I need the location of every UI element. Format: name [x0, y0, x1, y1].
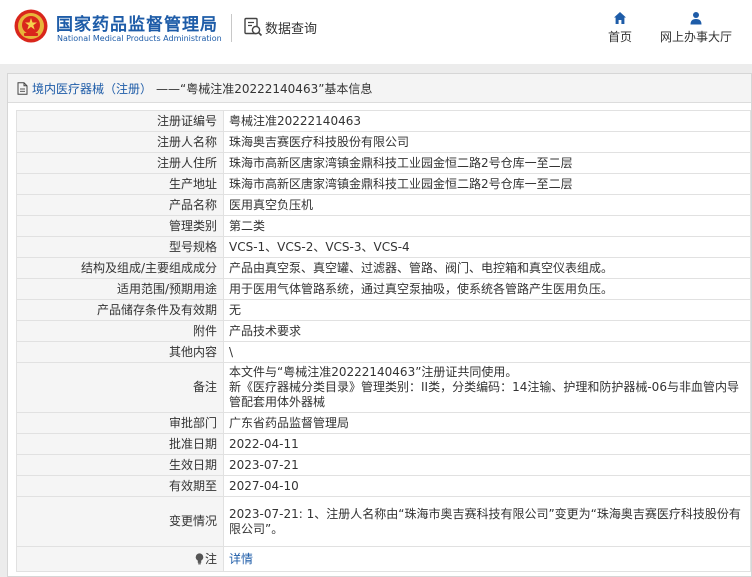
field-label: 备注	[16, 362, 224, 413]
table-row: 备注 本文件与“粤械注准20222140463”注册证共同使用。 新《医疗器械分类…	[16, 362, 751, 413]
detail-panel: 境内医疗器械（注册） ——“粤械注准20222140463”基本信息 注册证编号…	[7, 73, 752, 577]
registration-info-table: 注册证编号 粤械注准20222140463 注册人名称 珠海奥吉赛医疗科技股份有限公…	[16, 110, 751, 572]
site-header: 国家药品监督管理局 National Medical Products Admi…	[0, 0, 752, 64]
nav-home[interactable]: 首页	[604, 11, 636, 45]
breadcrumb-category[interactable]: 境内医疗器械（注册）	[32, 80, 152, 97]
field-value: \	[223, 341, 751, 363]
field-value: 2027-04-10	[223, 475, 751, 497]
nav-online-service-label: 网上办事大厅	[659, 30, 732, 44]
data-query-link[interactable]: 数据查询	[243, 17, 317, 37]
user-icon	[690, 12, 702, 25]
table-row: 适用范围/预期用途 用于医用气体管路系统，通过真空泵抽吸，使系统各管路产生医用负压…	[16, 278, 751, 300]
field-label: 其他内容	[16, 341, 224, 363]
field-value: 2023-07-21: 1、注册人名称由“珠海市奥吉赛科技有限公司”变更为“珠海…	[223, 496, 751, 547]
table-row: 管理类别 第二类	[16, 215, 751, 237]
field-value: 2022-04-11	[223, 433, 751, 455]
field-value: 本文件与“粤械注准20222140463”注册证共同使用。 新《医疗器械分类目录…	[223, 362, 751, 413]
field-value: 产品技术要求	[223, 320, 751, 342]
field-value: 用于医用气体管路系统，通过真空泵抽吸，使系统各管路产生医用负压。	[223, 278, 751, 300]
lightbulb-icon	[195, 552, 204, 564]
national-emblem-logo[interactable]	[14, 9, 48, 43]
record-title: ——“粤械注准20222140463”基本信息	[156, 81, 373, 96]
table-row: 批准日期 2022-04-11	[16, 433, 751, 455]
field-label: 批准日期	[16, 433, 224, 455]
field-label: 管理类别	[16, 215, 224, 237]
field-label: 注册人住所	[16, 152, 224, 174]
table-row: 注 详情	[16, 546, 751, 572]
home-icon	[614, 12, 626, 24]
field-label: 附件	[16, 320, 224, 342]
table-row: 产品名称 医用真空负压机	[16, 194, 751, 216]
table-row: 有效期至 2027-04-10	[16, 475, 751, 497]
table-row: 附件 产品技术要求	[16, 320, 751, 342]
site-subtitle: National Medical Products Administration	[57, 34, 222, 43]
table-row: 生效日期 2023-07-21	[16, 454, 751, 476]
table-row: 产品储存条件及有效期无	[16, 299, 751, 321]
document-icon	[17, 81, 28, 95]
field-value: 珠海市高新区唐家湾镇金鼎科技工业园金恒二路2号仓库一至二层	[223, 152, 751, 174]
table-row: 生产地址 珠海市高新区唐家湾镇金鼎科技工业园金恒二路2号仓库一至二层	[16, 173, 751, 195]
field-value: 广东省药品监督管理局	[223, 412, 751, 434]
field-value: 第二类	[223, 215, 751, 237]
field-label: 适用范围/预期用途	[16, 278, 224, 300]
field-label: 注	[204, 551, 217, 566]
field-label: 结构及组成/主要组成成分	[16, 257, 224, 279]
panel-header: 境内医疗器械（注册） ——“粤械注准20222140463”基本信息	[8, 74, 751, 103]
table-row: 型号规格 VCS-1、VCS-2、VCS-3、VCS-4	[16, 236, 751, 258]
table-row: 审批部门 广东省药品监督管理局	[16, 412, 751, 434]
field-value: VCS-1、VCS-2、VCS-3、VCS-4	[223, 236, 751, 258]
site-title: 国家药品监督管理局	[56, 15, 218, 35]
field-value: 珠海市高新区唐家湾镇金鼎科技工业园金恒二路2号仓库一至二层	[223, 173, 751, 195]
table-row: 注册人名称 珠海奥吉赛医疗科技股份有限公司	[16, 131, 751, 153]
field-label: 产品名称	[16, 194, 224, 216]
field-label: 审批部门	[16, 412, 224, 434]
note-value-cell: 详情	[223, 546, 751, 572]
field-label: 生效日期	[16, 454, 224, 476]
field-value: 2023-07-21	[223, 454, 751, 476]
field-label: 注册证编号	[16, 110, 224, 132]
table-row: 变更情况 2023-07-21: 1、注册人名称由“珠海市奥吉赛科技有限公司”变更…	[16, 496, 751, 547]
table-row: 其他内容 \	[16, 341, 751, 363]
field-label: 产品储存条件及有效期	[16, 299, 224, 321]
field-value: 珠海奥吉赛医疗科技股份有限公司	[223, 131, 751, 153]
nav-online-service[interactable]: 网上办事大厅	[657, 11, 735, 45]
header-divider	[231, 14, 232, 42]
details-link[interactable]: 详情	[229, 552, 253, 566]
table-row: 注册证编号 粤械注准20222140463	[16, 110, 751, 132]
table-row: 结构及组成/主要组成成分 产品由真空泵、真空罐、过滤器、管路、阀门、电控箱和真空仪…	[16, 257, 751, 279]
data-query-icon	[244, 17, 263, 37]
note-label-cell: 注	[16, 546, 224, 572]
field-label: 有效期至	[16, 475, 224, 497]
field-value: 产品由真空泵、真空罐、过滤器、管路、阀门、电控箱和真空仪表组成。	[223, 257, 751, 279]
field-value: 医用真空负压机	[223, 194, 751, 216]
nav-home-label: 首页	[607, 30, 632, 44]
data-query-label: 数据查询	[265, 21, 318, 37]
field-label: 变更情况	[16, 496, 224, 547]
field-label: 型号规格	[16, 236, 224, 258]
field-value: 粤械注准20222140463	[223, 110, 751, 132]
field-label: 注册人名称	[16, 131, 224, 153]
field-label: 生产地址	[16, 173, 224, 195]
field-value: 无	[223, 299, 751, 321]
table-row: 注册人住所 珠海市高新区唐家湾镇金鼎科技工业园金恒二路2号仓库一至二层	[16, 152, 751, 174]
